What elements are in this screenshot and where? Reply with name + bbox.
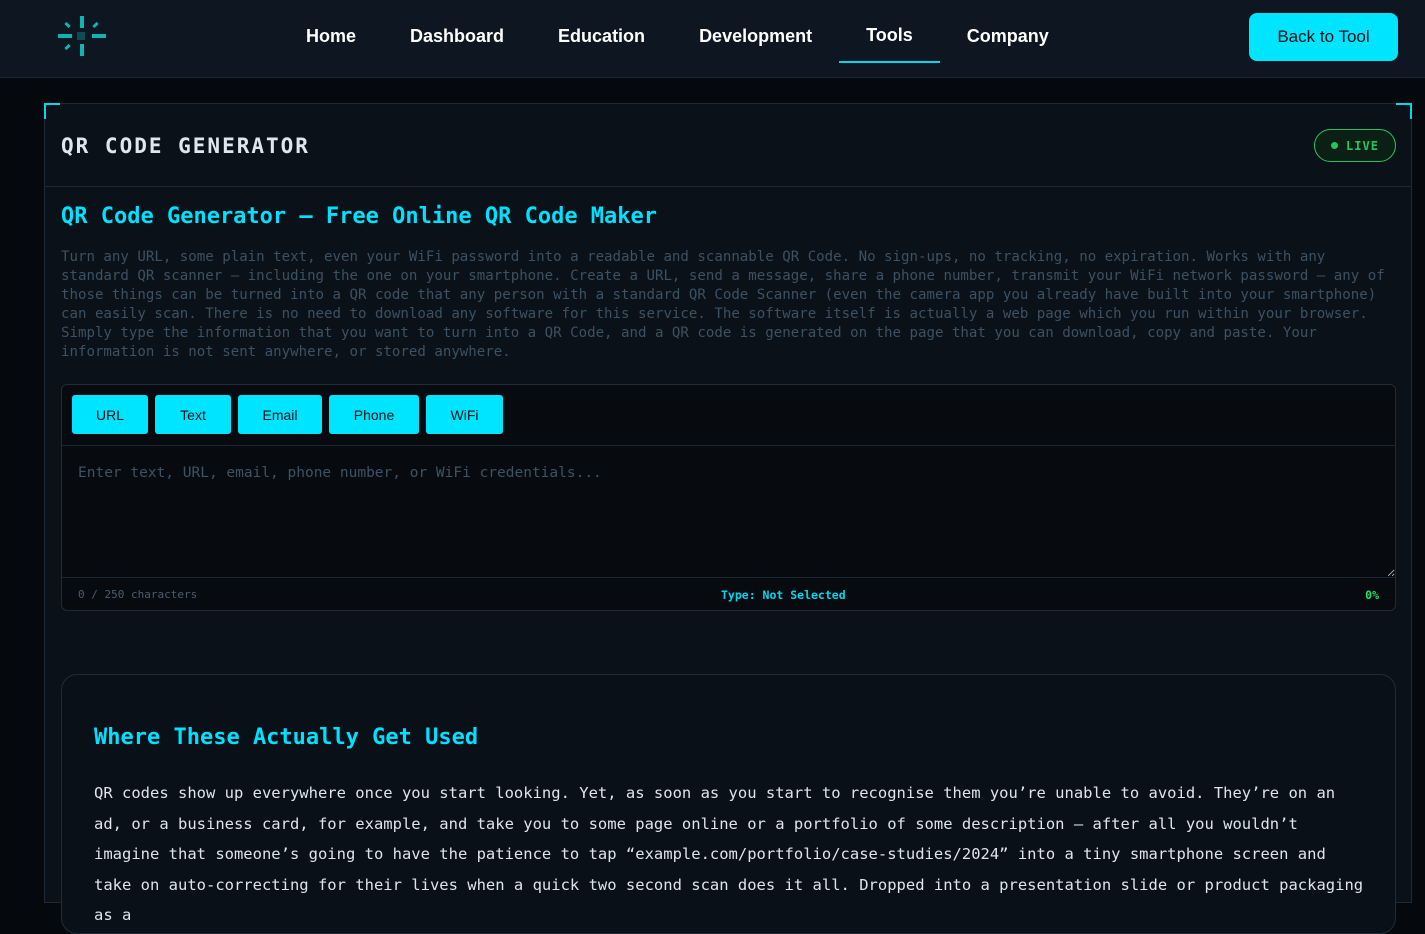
page-heading: QR Code Generator – Free Online QR Code … [61,204,658,229]
nav-tools[interactable]: Tools [839,0,940,63]
tool-panel: QR CODE GENERATOR LIVE QR Code Generator… [44,103,1412,934]
panel-header: QR CODE GENERATOR LIVE [45,104,1411,187]
type-text-button[interactable]: Text [155,395,231,434]
type-status: Type: Not Selected [721,588,846,602]
nav-education[interactable]: Education [531,0,672,72]
qr-generator-box: URL Text Email Phone WiFi 0 / 250 charac… [61,384,1396,611]
qr-type-tabs: URL Text Email Phone WiFi [62,385,1395,446]
nav-development[interactable]: Development [672,0,839,72]
live-badge-label: LIVE [1346,138,1379,153]
nav-home[interactable]: Home [279,0,383,72]
back-to-tool-button[interactable]: Back to Tool [1249,13,1398,61]
type-phone-button[interactable]: Phone [329,395,419,434]
progress-percent: 0% [1365,588,1379,602]
qr-input-footer: 0 / 250 characters Type: Not Selected 0% [62,578,1395,611]
uses-heading: Where These Actually Get Used [94,725,479,750]
uses-card: Where These Actually Get Used QR codes s… [61,674,1396,934]
type-email-button[interactable]: Email [238,395,322,434]
intro-text: Turn any URL, some plain text, even your… [61,249,1385,360]
nav-company[interactable]: Company [940,0,1076,72]
qr-content-input[interactable] [62,446,1395,578]
panel-title: QR CODE GENERATOR [61,134,310,158]
status-dot-icon [1331,142,1339,149]
logo-burst-icon[interactable] [56,14,108,58]
type-wifi-button[interactable]: WiFi [426,395,503,434]
type-url-button[interactable]: URL [72,395,148,434]
character-count: 0 / 250 characters [78,588,198,601]
nav-dashboard[interactable]: Dashboard [383,0,531,72]
nav-links: Home Dashboard Education Development Too… [279,0,1076,78]
live-status-badge: LIVE [1314,129,1396,162]
top-navbar: Home Dashboard Education Development Too… [0,0,1425,78]
uses-text: QR codes show up everywhere once you sta… [94,784,1364,924]
